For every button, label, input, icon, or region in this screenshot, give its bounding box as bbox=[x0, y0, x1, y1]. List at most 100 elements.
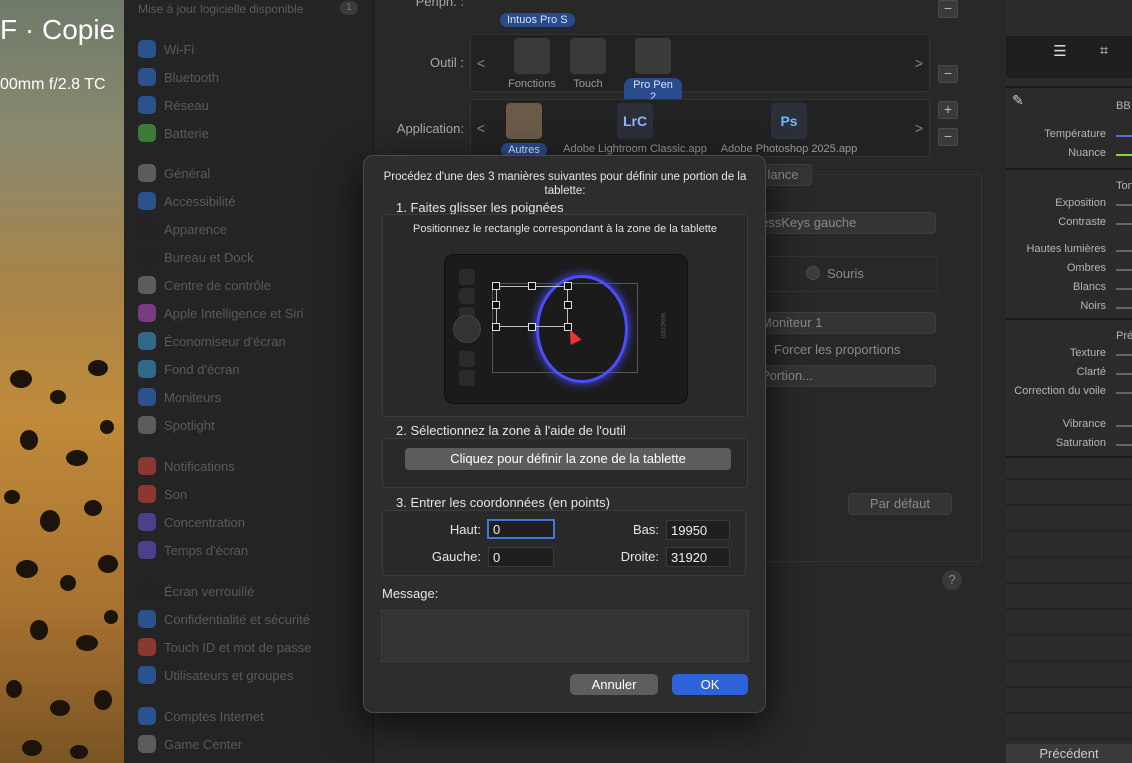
sidebar-item[interactable]: Bluetooth bbox=[138, 66, 219, 88]
app-remove-button[interactable]: − bbox=[938, 128, 958, 146]
help-button[interactable]: ? bbox=[942, 570, 962, 590]
lr-slider[interactable] bbox=[1116, 425, 1132, 427]
sliders-icon[interactable]: ☰ bbox=[1050, 42, 1070, 60]
step1-box: Positionnez le rectangle correspondant à… bbox=[382, 214, 748, 417]
sidebar-item-icon bbox=[138, 332, 156, 350]
handle-top-right[interactable] bbox=[564, 282, 572, 290]
cancel-button[interactable]: Annuler bbox=[570, 674, 658, 695]
device-remove-button[interactable]: − bbox=[938, 0, 958, 18]
sidebar-item-label: Moniteurs bbox=[164, 389, 222, 405]
ok-button[interactable]: OK bbox=[672, 674, 748, 695]
sidebar-item[interactable]: Économiseur d'écran bbox=[138, 330, 286, 352]
lr-slider[interactable] bbox=[1116, 269, 1132, 271]
sidebar-item[interactable]: Fond d'écran bbox=[138, 358, 239, 380]
lr-slider[interactable] bbox=[1116, 204, 1132, 206]
portion-select[interactable]: Portion... bbox=[754, 365, 936, 387]
sidebar-item[interactable]: Moniteurs bbox=[138, 386, 221, 408]
sidebar-item[interactable]: Wi-Fi bbox=[138, 38, 194, 60]
sidebar-item[interactable]: Spotlight bbox=[138, 414, 215, 436]
sidebar-item-label: Son bbox=[164, 486, 188, 502]
sidebar-item-label: Notifications bbox=[164, 458, 235, 474]
lr-slider[interactable] bbox=[1116, 288, 1132, 290]
handle-bottom-middle[interactable] bbox=[528, 323, 536, 331]
lr-slider[interactable] bbox=[1116, 354, 1132, 356]
sidebar-item[interactable]: Notifications bbox=[138, 455, 235, 477]
sidebar-item[interactable]: Apple Intelligence et Siri bbox=[138, 302, 303, 324]
lr-slider[interactable] bbox=[1116, 154, 1132, 156]
app-photoshop[interactable]: Ps Adobe Photoshop 2025.app bbox=[718, 103, 860, 155]
sidebar-item[interactable]: Centre de contrôle bbox=[138, 274, 271, 296]
sidebar-item[interactable]: Accessibilité bbox=[138, 190, 236, 212]
handle-middle-right[interactable] bbox=[564, 301, 572, 309]
bottom-input[interactable] bbox=[666, 520, 730, 540]
lr-slider-label: Saturation bbox=[1055, 437, 1106, 449]
mouse-radio[interactable] bbox=[806, 266, 820, 280]
software-update-notice[interactable]: Mise à jour logicielle disponible bbox=[138, 2, 303, 16]
message-label: Message: bbox=[382, 586, 439, 601]
handle-bottom-left[interactable] bbox=[492, 323, 500, 331]
eyedropper-icon[interactable]: ✎ bbox=[1012, 92, 1024, 109]
sidebar-item[interactable]: Général bbox=[138, 162, 210, 184]
app-scroll-left[interactable]: < bbox=[472, 100, 490, 156]
sidebar-item-icon bbox=[138, 40, 156, 58]
handle-middle-left[interactable] bbox=[492, 301, 500, 309]
left-input[interactable] bbox=[488, 547, 554, 567]
right-input[interactable] bbox=[666, 547, 730, 567]
lr-slider[interactable] bbox=[1116, 307, 1132, 309]
sidebar-item[interactable]: Apparence bbox=[138, 218, 227, 240]
tool-pro-pen-2[interactable]: Pro Pen 2 bbox=[624, 38, 682, 104]
sidebar-item[interactable]: Bureau et Dock bbox=[138, 246, 254, 268]
crop-icon[interactable]: ⌗ bbox=[1094, 42, 1114, 60]
app-scroll-right[interactable]: > bbox=[910, 100, 928, 156]
handle-top-left[interactable] bbox=[492, 282, 500, 290]
sidebar-item[interactable]: Concentration bbox=[138, 511, 245, 533]
force-proportions-label[interactable]: Forcer les proportions bbox=[774, 342, 900, 357]
device-chip[interactable]: Intuos Pro S bbox=[500, 10, 575, 28]
app-add-button[interactable]: + bbox=[938, 101, 958, 119]
expresskeys-select[interactable]: essKeys gauche bbox=[754, 212, 936, 234]
sidebar-item-label: Comptes Internet bbox=[164, 708, 264, 724]
sidebar-item[interactable]: Comptes Internet bbox=[138, 705, 264, 727]
sidebar-item[interactable]: Batterie bbox=[138, 122, 209, 144]
panel-divider bbox=[1006, 556, 1132, 558]
default-button[interactable]: Par défaut bbox=[848, 493, 952, 515]
sidebar-item[interactable]: Game Center bbox=[138, 733, 242, 755]
sidebar-item-icon bbox=[138, 388, 156, 406]
touch-icon bbox=[570, 38, 606, 74]
app-lightroom[interactable]: LrC Adobe Lightroom Classic.app bbox=[560, 103, 710, 155]
app-others[interactable]: Autres bbox=[498, 103, 550, 157]
tool-functions[interactable]: Fonctions bbox=[504, 38, 560, 90]
sidebar-item[interactable]: Écran verrouillé bbox=[138, 580, 254, 602]
mapping-rectangle[interactable] bbox=[496, 286, 568, 327]
previous-button[interactable]: Précédent bbox=[1006, 744, 1132, 763]
top-label: Haut: bbox=[449, 522, 481, 537]
handle-top-middle[interactable] bbox=[528, 282, 536, 290]
sidebar-item[interactable]: Temps d'écran bbox=[138, 539, 248, 561]
sidebar-item[interactable]: Son bbox=[138, 483, 187, 505]
lr-slider[interactable] bbox=[1116, 373, 1132, 375]
panel-divider bbox=[1006, 504, 1132, 506]
lr-slider[interactable] bbox=[1116, 392, 1132, 394]
lr-slider[interactable] bbox=[1116, 250, 1132, 252]
lr-slider[interactable] bbox=[1116, 135, 1132, 137]
sidebar-item-label: Spotlight bbox=[164, 417, 215, 433]
define-zone-button[interactable]: Cliquez pour définir la zone de la table… bbox=[405, 448, 731, 470]
lr-slider-label: Contraste bbox=[1058, 216, 1106, 228]
sidebar-item-label: Bureau et Dock bbox=[164, 249, 254, 265]
tool-touch[interactable]: Touch bbox=[566, 38, 610, 90]
top-input[interactable] bbox=[487, 519, 555, 539]
photo-preview: F · Copie 1 00mm f/2.8 TC bbox=[0, 0, 124, 763]
lr-slider-label: Exposition bbox=[1055, 197, 1106, 209]
tool-scroll-left[interactable]: < bbox=[472, 35, 490, 91]
others-app-icon bbox=[506, 103, 542, 139]
sidebar-item-icon bbox=[138, 164, 156, 182]
monitor-select[interactable]: Moniteur 1 bbox=[754, 312, 936, 334]
sidebar-item[interactable]: Touch ID et mot de passe bbox=[138, 636, 311, 658]
lr-slider[interactable] bbox=[1116, 223, 1132, 225]
sidebar-item[interactable]: Réseau bbox=[138, 94, 209, 116]
tool-scroll-right[interactable]: > bbox=[910, 35, 928, 91]
tool-remove-button[interactable]: − bbox=[938, 65, 958, 83]
lr-slider[interactable] bbox=[1116, 444, 1132, 446]
sidebar-item[interactable]: Confidentialité et sécurité bbox=[138, 608, 310, 630]
sidebar-item[interactable]: Utilisateurs et groupes bbox=[138, 664, 293, 686]
